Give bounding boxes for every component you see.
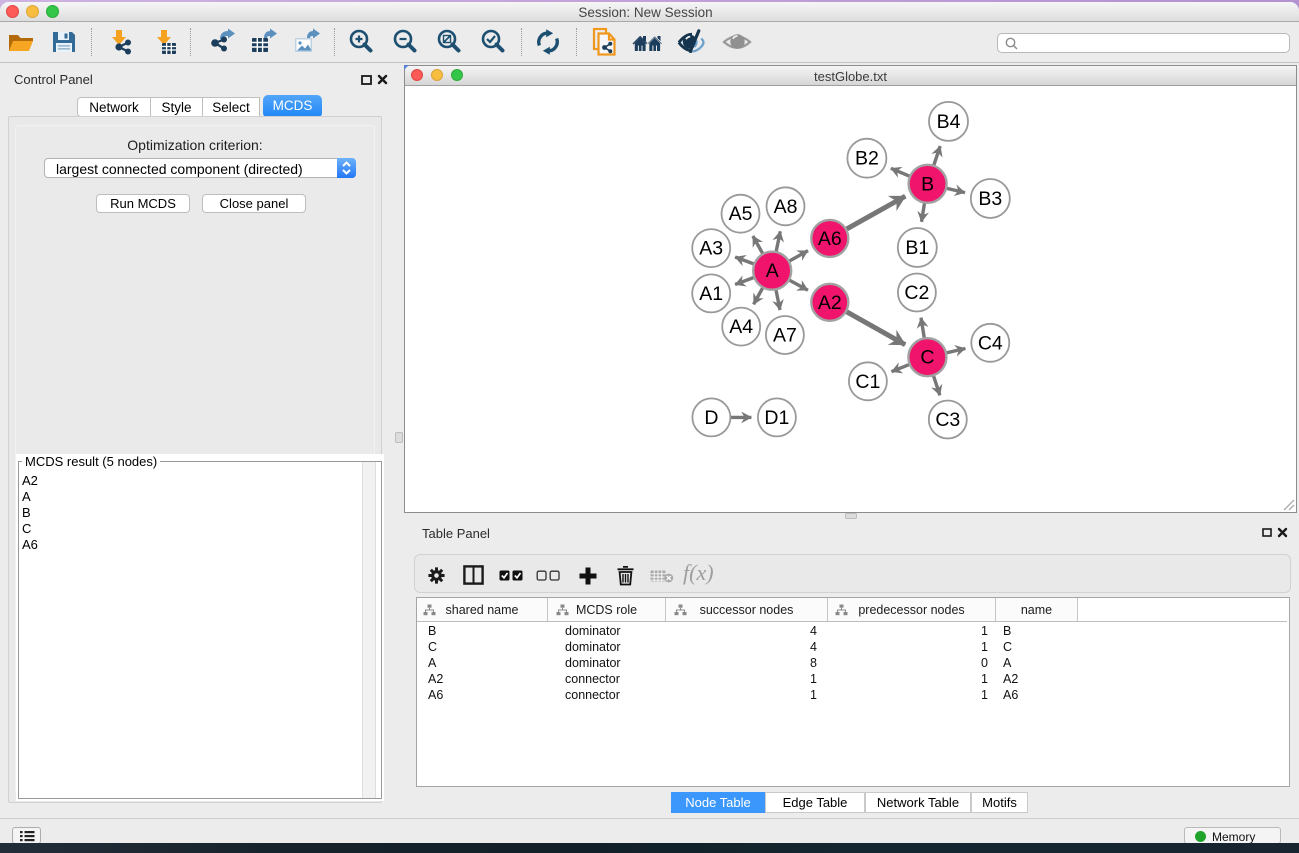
svg-text:D1: D1 bbox=[764, 407, 789, 429]
svg-text:B4: B4 bbox=[937, 111, 961, 133]
svg-text:C3: C3 bbox=[935, 409, 960, 431]
svg-text:D: D bbox=[704, 407, 718, 429]
svg-text:C4: C4 bbox=[978, 332, 1003, 354]
svg-text:C1: C1 bbox=[855, 371, 880, 393]
svg-text:B2: B2 bbox=[855, 148, 879, 170]
svg-text:C: C bbox=[920, 347, 934, 369]
svg-text:A2: A2 bbox=[818, 292, 842, 314]
svg-text:B1: B1 bbox=[905, 237, 929, 259]
svg-text:B: B bbox=[921, 173, 934, 195]
svg-text:A5: A5 bbox=[729, 203, 753, 225]
svg-text:A1: A1 bbox=[699, 283, 723, 305]
svg-text:A3: A3 bbox=[699, 238, 723, 260]
svg-text:B3: B3 bbox=[978, 188, 1002, 210]
svg-text:A: A bbox=[766, 260, 779, 282]
svg-text:A4: A4 bbox=[729, 316, 753, 338]
svg-text:A8: A8 bbox=[774, 196, 798, 218]
svg-text:A7: A7 bbox=[773, 325, 797, 347]
svg-text:C2: C2 bbox=[904, 282, 929, 304]
svg-text:A6: A6 bbox=[818, 228, 842, 250]
